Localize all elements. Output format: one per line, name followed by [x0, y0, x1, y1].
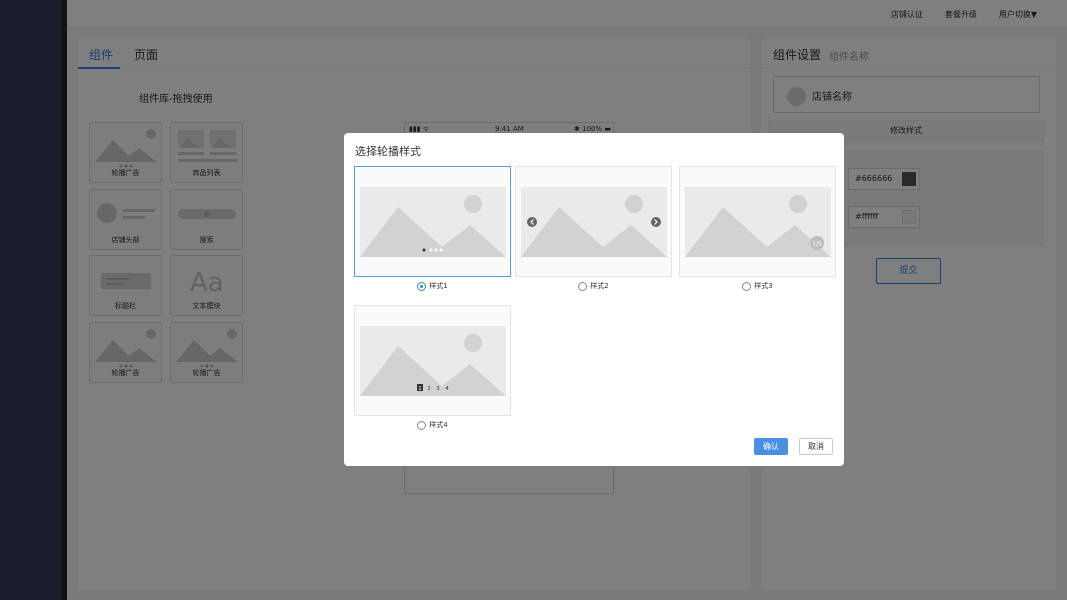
radio-selected-icon[interactable]: [417, 281, 427, 291]
radio-icon[interactable]: [742, 281, 752, 291]
carousel-preview-image: 1234: [360, 326, 506, 396]
style-option-4[interactable]: 1234: [354, 305, 511, 416]
carousel-style-dialog: 选择轮播样式 样式1 样式2 1/5 样式3 1234 样式4 确认 取消: [344, 133, 844, 466]
slide-counter: 1/5: [812, 241, 822, 248]
page-number: 1: [418, 386, 422, 392]
style-option-1-label[interactable]: 样式1: [354, 281, 511, 291]
style-option-3-label[interactable]: 样式3: [679, 281, 836, 291]
option-text: 样式2: [590, 282, 609, 290]
option-text: 样式3: [754, 282, 773, 290]
style-option-2[interactable]: [515, 166, 672, 277]
carousel-preview-image: [521, 187, 667, 257]
carousel-preview-image: 1/5: [685, 187, 831, 257]
cancel-button[interactable]: 取消: [799, 438, 833, 455]
option-text: 样式4: [429, 421, 448, 429]
radio-icon[interactable]: [417, 420, 427, 430]
style-option-3[interactable]: 1/5: [679, 166, 836, 277]
style-option-2-label[interactable]: 样式2: [515, 281, 672, 291]
page-number: 2: [427, 386, 431, 392]
page-number: 3: [436, 386, 440, 392]
dialog-title: 选择轮播样式: [355, 145, 421, 158]
confirm-button[interactable]: 确认: [754, 438, 788, 455]
radio-icon[interactable]: [578, 281, 588, 291]
style-option-4-label[interactable]: 样式4: [354, 420, 511, 430]
page-number: 4: [445, 386, 449, 392]
carousel-preview-image: [360, 187, 506, 257]
option-text: 样式1: [429, 282, 448, 290]
style-option-1[interactable]: [354, 166, 511, 277]
